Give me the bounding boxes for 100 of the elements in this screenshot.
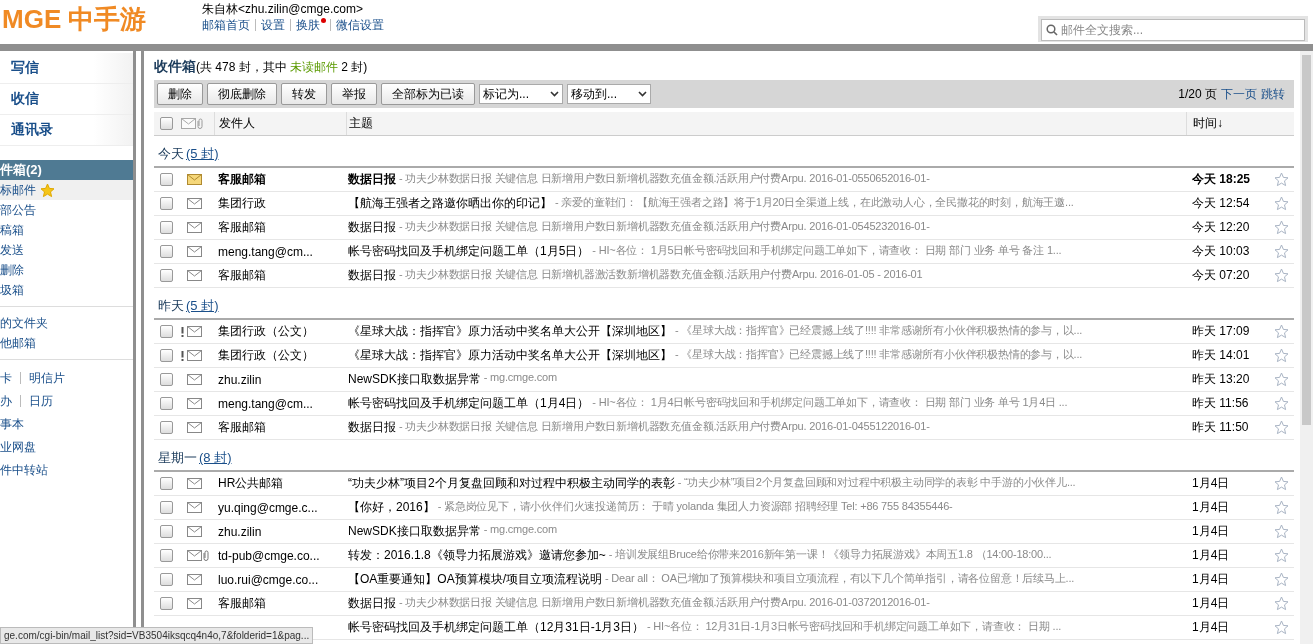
subject[interactable]: 《星球大战：指挥官》原力活动中奖名单大公开【深圳地区】 — [348, 347, 672, 364]
checkbox[interactable] — [159, 269, 173, 282]
subject[interactable]: 【OA重要通知】OA预算模块/项目立项流程说明 — [348, 571, 602, 588]
checkbox[interactable] — [159, 549, 173, 562]
star-icon[interactable] — [40, 182, 55, 198]
subject[interactable]: 《星球大战：指挥官》原力活动中奖名单大公开【深圳地区】 — [348, 323, 672, 340]
checkbox[interactable] — [159, 221, 173, 234]
checkbox[interactable] — [159, 573, 173, 586]
sidebar-link[interactable]: 办 — [0, 394, 20, 407]
checkbox[interactable] — [159, 197, 173, 210]
sidebar-link[interactable]: 事本 — [0, 417, 32, 430]
star-icon[interactable] — [1273, 548, 1289, 563]
sidebar-action[interactable]: 通讯录 — [11, 121, 53, 139]
subject[interactable]: 数据日报 — [348, 419, 396, 436]
folder-item[interactable]: 的文件夹 — [0, 313, 133, 333]
preview-text: - HI~各位： 12月31日-1月3日帐号密码找回和手机绑定问题工单如下，请查收： 日期 ... — [647, 619, 1062, 634]
scrollbar-thumb[interactable] — [1302, 55, 1311, 425]
sender: zhu.zilin — [218, 524, 262, 539]
subject[interactable]: 帐号密码找回及手机绑定问题工单（1月4日） — [348, 395, 590, 412]
subject[interactable]: 【航海王强者之路邀你晒出你的印记】 — [348, 195, 552, 212]
star-icon[interactable] — [1273, 220, 1289, 235]
checkbox[interactable] — [159, 501, 173, 514]
checkbox[interactable] — [159, 245, 173, 258]
time: 今天 12:54 — [1192, 196, 1250, 210]
star-icon[interactable] — [1273, 596, 1289, 611]
preview-text: - 功夫少林数据日报 关键信息 日新增用户数日新增机器数充值金额.活跃用户付费Arpu. 2016-01-0545232016-01- — [399, 219, 930, 234]
star-icon[interactable] — [1273, 244, 1289, 259]
jump-link[interactable]: 跳转 — [1261, 85, 1285, 103]
sidebar-action[interactable]: 写信 — [11, 59, 39, 77]
folder-item[interactable]: 他邮箱 — [0, 333, 133, 353]
checkbox[interactable] — [159, 397, 173, 410]
subject[interactable]: 数据日报 — [348, 219, 396, 236]
toolbar-button[interactable]: 彻底删除 — [207, 83, 277, 105]
checkbox[interactable] — [159, 117, 173, 130]
star-icon[interactable] — [1273, 372, 1289, 387]
subject[interactable]: 【你好，2016】 — [348, 499, 435, 516]
sidebar-action[interactable]: 收信 — [11, 90, 39, 108]
star-icon[interactable] — [1273, 500, 1289, 515]
checkbox[interactable] — [159, 421, 173, 434]
checkbox[interactable] — [159, 597, 173, 610]
subject[interactable]: 数据日报 — [348, 595, 396, 612]
checkbox[interactable] — [159, 373, 173, 386]
checkbox[interactable] — [159, 349, 173, 362]
star-icon[interactable] — [1273, 324, 1289, 339]
header-link[interactable]: 设置 — [255, 19, 290, 31]
search-field[interactable]: 邮件全文搜索... — [1041, 19, 1305, 41]
star-icon[interactable] — [1273, 524, 1289, 539]
star-icon[interactable] — [1273, 620, 1289, 635]
star-icon[interactable] — [1273, 196, 1289, 211]
folder-item[interactable]: 圾箱 — [0, 280, 133, 300]
folder-item[interactable]: 标邮件 — [0, 180, 133, 200]
folder-item[interactable]: 发送 — [0, 240, 133, 260]
subject[interactable]: NewSDK接口取数据异常 — [348, 371, 481, 388]
column-header[interactable]: 时间↓ — [1193, 115, 1223, 132]
folder-item[interactable]: 件箱(2) — [0, 160, 133, 180]
group-count-link[interactable]: (5 封) — [186, 145, 219, 163]
subject[interactable]: 转发：2016.1.8《领导力拓展游戏》邀请您参加~ — [348, 547, 606, 564]
time: 昨天 13:20 — [1192, 372, 1250, 386]
subject[interactable]: 帐号密码找回及手机绑定问题工单（1月5日） — [348, 243, 590, 260]
next-page-link[interactable]: 下一页 — [1221, 85, 1257, 103]
star-icon[interactable] — [1273, 420, 1289, 435]
sidebar-link[interactable]: 日历 — [20, 394, 61, 407]
star-icon[interactable] — [1273, 268, 1289, 283]
checkbox[interactable] — [159, 477, 173, 490]
checkbox[interactable] — [159, 525, 173, 538]
group-count-link[interactable]: (8 封) — [199, 449, 232, 467]
folder-item[interactable]: 稿箱 — [0, 220, 133, 240]
folder-item[interactable]: 部公告 — [0, 200, 133, 220]
star-icon[interactable] — [1273, 572, 1289, 587]
checkbox[interactable] — [159, 325, 173, 338]
sidebar-link[interactable]: 业网盘 — [0, 440, 44, 453]
header-link[interactable]: 微信设置 — [330, 19, 389, 31]
group-count-link[interactable]: (5 封) — [186, 297, 219, 315]
column-header[interactable]: 主题 — [349, 115, 373, 132]
folder-item[interactable]: 删除 — [0, 260, 133, 280]
dropdown[interactable]: 移动到... — [567, 84, 651, 104]
subject[interactable]: 数据日报 — [348, 171, 396, 188]
star-icon[interactable] — [1273, 476, 1289, 491]
toolbar-button[interactable]: 举报 — [331, 83, 377, 105]
sender: HR公共邮箱 — [218, 476, 284, 490]
sender: meng.tang@cm... — [218, 244, 313, 259]
toolbar-button[interactable]: 全部标为已读 — [381, 83, 475, 105]
sidebar-link[interactable]: 卡 — [0, 371, 20, 384]
sidebar-link[interactable]: 件中转站 — [0, 463, 56, 476]
subject[interactable]: 帐号密码找回及手机绑定问题工单（12月31日-1月3日） — [348, 619, 645, 636]
sidebar-link[interactable]: 明信片 — [20, 371, 73, 384]
subject[interactable]: “功夫少林”项目2个月复盘回顾和对过程中积极主动同学的表彰 — [348, 475, 675, 492]
star-icon[interactable] — [1273, 348, 1289, 363]
preview-text: - 功夫少林数据日报 关键信息 日新增用户数日新增机器数充值金额.活跃用户付费Arpu. 2016-01-0372012016-01- — [399, 595, 930, 610]
unread-link[interactable]: 未读邮件 — [290, 58, 339, 76]
toolbar-button[interactable]: 删除 — [157, 83, 203, 105]
toolbar-button[interactable]: 转发 — [281, 83, 327, 105]
checkbox[interactable] — [159, 173, 173, 186]
subject[interactable]: NewSDK接口取数据异常 — [348, 523, 481, 540]
column-header[interactable]: 发件人 — [219, 115, 255, 132]
star-icon[interactable] — [1273, 396, 1289, 411]
dropdown[interactable]: 标记为... — [479, 84, 563, 104]
subject[interactable]: 数据日报 — [348, 267, 396, 284]
header-link[interactable]: 邮箱首页 — [202, 19, 255, 31]
star-icon[interactable] — [1273, 172, 1289, 187]
